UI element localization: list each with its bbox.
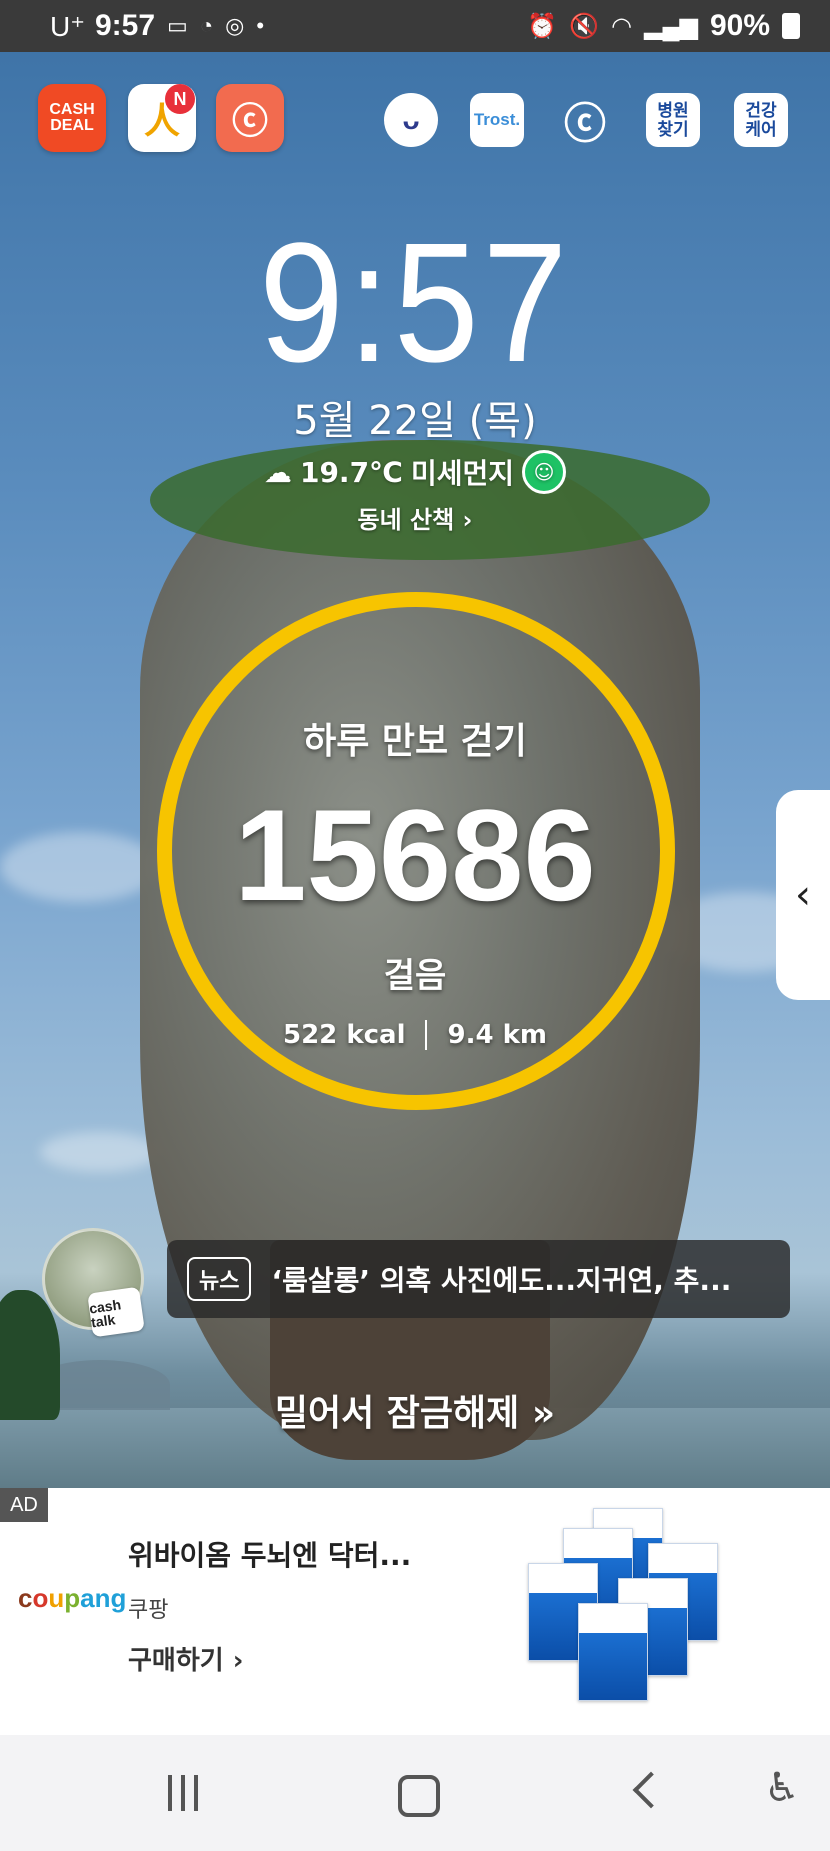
ad-banner[interactable]: AD coupang 위바이옴 두뇌엔 닥터... 쿠팡 구매하기 › [0, 1488, 830, 1735]
cloud [40, 1132, 160, 1172]
status-right: ⏰ 🔇 ◠ ▂▄▆ 90% [527, 0, 800, 52]
cloud-icon: ☁ [263, 455, 292, 489]
back-button[interactable] [632, 1771, 670, 1809]
dot-icon: • [256, 13, 265, 38]
step-ring-title: 하루 만보 걷기 [303, 721, 527, 762]
health-care-app-icon[interactable]: 건강 케어 [734, 93, 788, 147]
cash-icon: ▭ [167, 13, 188, 38]
mask-app-icon[interactable]: ᴗ [384, 93, 438, 147]
step-stats: 522 kcal 9.4 km [0, 1020, 830, 1050]
chevron-left-icon: ‹ [795, 872, 811, 918]
buy-button[interactable]: 구매하기 › [128, 1640, 243, 1677]
wifi-icon: ◠ [611, 12, 633, 40]
lock-date: 5월 22일 (목) [293, 398, 537, 444]
side-panel-handle[interactable]: ‹ [776, 790, 830, 1000]
coupang-logo: coupang [18, 1583, 127, 1613]
status-bar: U⁺ 9:57 ▭ ◔ ◎ • ⏰ 🔇 ◠ ▂▄▆ 90% [0, 0, 830, 52]
mute-icon: 🔇 [569, 12, 600, 40]
cashwalk-app-icon[interactable]: ⓒ [216, 84, 284, 152]
fine-dust-label: 미세먼지 [410, 457, 515, 490]
timer-icon: ◔ [199, 13, 214, 38]
neighborhood-walk-link[interactable]: 동네 산책 › [0, 500, 830, 535]
temperature: 19.7℃ [299, 455, 403, 489]
news-ticker[interactable]: 뉴스 ‘룸살롱’ 의혹 사진에도...지귀연, 추... [167, 1240, 790, 1318]
home-button[interactable] [398, 1775, 440, 1817]
c-app-icon[interactable]: ⓒ [558, 93, 612, 147]
status-time: 9:57 [95, 9, 156, 42]
trost-app-icon[interactable]: Trost. [470, 93, 524, 147]
ad-label: AD [0, 1488, 48, 1522]
news-headline: ‘룸살롱’ 의혹 사진에도...지귀연, 추... [271, 1264, 732, 1297]
ad-title: 위바이옴 두뇌엔 닥터... [128, 1539, 412, 1572]
swipe-to-unlock[interactable]: 밀어서 잠금해제 » [0, 1384, 830, 1436]
navigation-bar: ♿ [0, 1735, 830, 1851]
recent-apps-button[interactable] [168, 1775, 198, 1811]
hospital-search-app-icon[interactable]: 병원 찾기 [646, 93, 700, 147]
cash-deal-app-icon[interactable]: CASH DEAL [38, 84, 106, 152]
step-unit: 걸음 [383, 956, 447, 996]
smiley-icon: ☺ [522, 450, 567, 494]
lock-screen: U⁺ 9:57 ▭ ◔ ◎ • ⏰ 🔇 ◠ ▂▄▆ 90% CASH DEAL … [0, 0, 830, 1851]
cashtalk-badge: cash talk [87, 1286, 145, 1338]
instagram-icon: ◎ [225, 13, 245, 38]
news-tag: 뉴스 [187, 1257, 252, 1301]
accessibility-icon[interactable]: ♿ [764, 1765, 800, 1811]
calories: 522 kcal [283, 1020, 406, 1050]
battery-percent: 90% [709, 9, 770, 42]
divider [425, 1020, 428, 1050]
step-count: 15686 [234, 782, 596, 928]
carrier-label: U⁺ [50, 10, 85, 42]
signal-icon: ▂▄▆ [644, 12, 698, 40]
notification-badge: N [165, 84, 195, 114]
battery-icon [782, 13, 800, 39]
alarm-icon: ⏰ [527, 12, 558, 40]
weather-row[interactable]: ☁ 19.7℃ 미세먼지 ☺ [0, 450, 830, 494]
distance: 9.4 km [447, 1020, 547, 1050]
lock-clock: 9:57 [258, 208, 572, 398]
ad-seller: 쿠팡 [128, 1598, 169, 1623]
product-image [528, 1508, 738, 1708]
